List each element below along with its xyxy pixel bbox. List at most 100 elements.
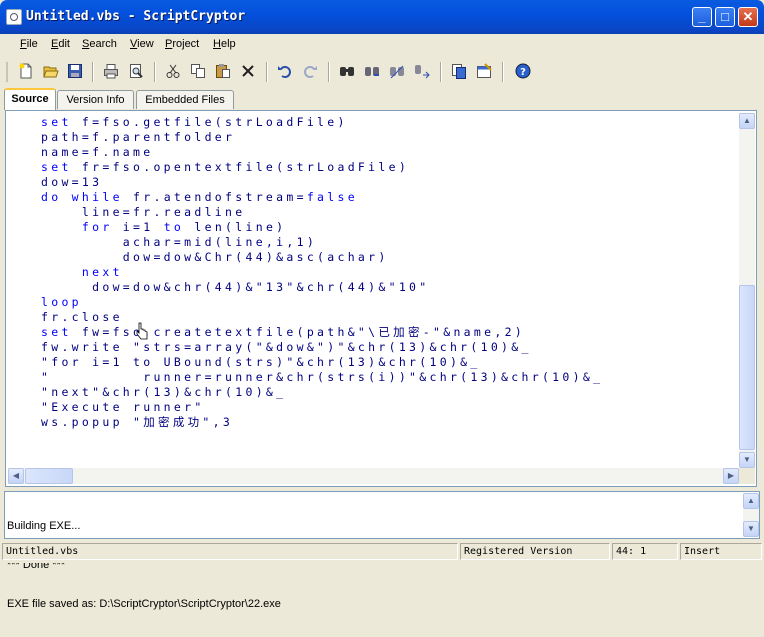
- help-icon[interactable]: ?: [514, 62, 532, 80]
- code-line[interactable]: loop: [41, 295, 603, 310]
- window-title: Untitled.vbs - ScriptCryptor: [26, 9, 246, 24]
- code-line[interactable]: fr.close: [41, 310, 603, 325]
- title-bar[interactable]: Untitled.vbs - ScriptCryptor _ □ ✕: [0, 0, 764, 34]
- menu-edit[interactable]: Edit: [51, 38, 70, 50]
- output-log[interactable]: Building EXE... *** Done *** EXE file sa…: [4, 491, 760, 610]
- maximize-button[interactable]: □: [715, 7, 735, 27]
- toolbar-separator: [440, 62, 442, 82]
- code-line[interactable]: achar=mid(line,i,1): [41, 235, 603, 250]
- code-line[interactable]: "Execute runner": [41, 400, 603, 415]
- delete-icon[interactable]: [239, 62, 257, 80]
- code-text[interactable]: set f=fso.getfile(strLoadFile) path=f.par…: [41, 115, 603, 430]
- code-line[interactable]: set fr=fso.opentextfile(strLoadFile): [41, 160, 603, 175]
- new-file-icon[interactable]: [17, 62, 35, 80]
- code-token: " runner=runner&chr(strs(i))"&chr(13)&ch…: [41, 370, 604, 384]
- print-icon[interactable]: [102, 62, 120, 80]
- code-line[interactable]: "for i=1 to UBound(strs)"&chr(13)&chr(10…: [41, 355, 603, 370]
- mouse-pointer-icon: [136, 322, 148, 340]
- status-mode: Insert: [680, 543, 762, 560]
- code-line[interactable]: fw.write "strs=array("&dow&")"&chr(13)&c…: [41, 340, 603, 355]
- tab-source[interactable]: Source: [4, 88, 56, 110]
- output-scroll-track[interactable]: [743, 509, 759, 521]
- status-position: 44: 1: [612, 543, 678, 560]
- copy-icon[interactable]: [189, 62, 207, 80]
- code-line[interactable]: name=f.name: [41, 145, 603, 160]
- output-lines: Building EXE... *** Done *** EXE file sa…: [7, 494, 281, 637]
- close-button[interactable]: ✕: [738, 7, 758, 27]
- code-keyword: set: [41, 325, 72, 339]
- toolbar-grip[interactable]: [6, 62, 8, 82]
- code-line[interactable]: " runner=runner&chr(strs(i))"&chr(13)&ch…: [41, 370, 603, 385]
- code-token: fr.close: [41, 310, 123, 324]
- undo-icon[interactable]: [276, 62, 294, 80]
- code-token: achar=mid(line,i,1): [41, 235, 318, 249]
- code-token: i=1: [112, 220, 164, 234]
- paste-icon[interactable]: [214, 62, 232, 80]
- menu-search[interactable]: Search: [82, 38, 117, 50]
- code-line[interactable]: dow=dow&Chr(44)&asc(achar): [41, 250, 603, 265]
- code-line[interactable]: dow=13: [41, 175, 603, 190]
- svg-text:?: ?: [520, 67, 526, 78]
- code-line[interactable]: line=fr.readline: [41, 205, 603, 220]
- code-token: fr=fso.opentextfile(strLoadFile): [71, 160, 410, 174]
- code-editor[interactable]: set f=fso.getfile(strLoadFile) path=f.par…: [5, 110, 757, 487]
- output-scroll-up-button[interactable]: ▲: [743, 493, 759, 509]
- code-keyword: for: [81, 220, 113, 234]
- save-icon[interactable]: [66, 62, 84, 80]
- scroll-down-button[interactable]: ▼: [739, 452, 755, 468]
- replace-icon[interactable]: [388, 62, 406, 80]
- menu-file[interactable]: File: [20, 38, 38, 50]
- code-line[interactable]: ws.popup "加密成功",3: [41, 415, 603, 430]
- cut-icon[interactable]: [164, 62, 182, 80]
- code-token: "next"&chr(13)&chr(10)&_: [41, 385, 287, 399]
- code-line[interactable]: set fw=fso.createtextfile(path&"\已加密-"&n…: [41, 325, 603, 340]
- options-icon[interactable]: [475, 62, 493, 80]
- menu-help[interactable]: Help: [213, 38, 236, 50]
- find-icon[interactable]: [338, 62, 356, 80]
- toolbar-separator: [502, 62, 504, 82]
- redo-icon[interactable]: [301, 62, 319, 80]
- scroll-right-button[interactable]: ▶: [723, 468, 739, 484]
- horizontal-scroll-thumb[interactable]: [25, 468, 73, 484]
- scroll-left-button[interactable]: ◀: [8, 468, 24, 484]
- code-token: f=fso.getfile(strLoadFile): [71, 115, 348, 129]
- code-line[interactable]: set f=fso.getfile(strLoadFile): [41, 115, 603, 130]
- print-preview-icon[interactable]: [127, 62, 145, 80]
- build-exe-icon[interactable]: [450, 62, 468, 80]
- code-line[interactable]: do while fr.atendofstream=false: [41, 190, 603, 205]
- toolbar-separator: [154, 62, 156, 82]
- tab-version-info[interactable]: Version Info: [57, 90, 134, 109]
- code-token: dow=dow&Chr(44)&asc(achar): [41, 250, 389, 264]
- status-bar: Untitled.vbs Registered Version 44: 1 In…: [0, 541, 764, 563]
- open-folder-icon[interactable]: [42, 62, 60, 80]
- menu-project[interactable]: Project: [165, 38, 199, 50]
- code-line[interactable]: for i=1 to len(line): [41, 220, 603, 235]
- code-keyword: to: [163, 220, 185, 234]
- code-keyword: set: [41, 160, 72, 174]
- goto-icon[interactable]: [413, 62, 431, 80]
- menu-bar: File Edit Search View Project Help: [0, 34, 764, 56]
- code-keyword: false: [306, 190, 358, 204]
- code-token: fw.write "strs=array("&dow&")"&chr(13)&c…: [41, 340, 532, 354]
- scroll-up-button[interactable]: ▲: [739, 113, 755, 129]
- tab-embedded-files[interactable]: Embedded Files: [136, 90, 234, 109]
- code-line[interactable]: dow=dow&chr(44)&"13"&chr(44)&"10": [41, 280, 603, 295]
- code-token: "for i=1 to UBound(strs)"&chr(13)&chr(10…: [41, 355, 481, 369]
- output-scroll-down-button[interactable]: ▼: [743, 521, 759, 537]
- horizontal-scrollbar[interactable]: ◀ ▶: [8, 468, 739, 484]
- app-icon[interactable]: [6, 9, 22, 25]
- find-next-icon[interactable]: [363, 62, 381, 80]
- vertical-scroll-thumb[interactable]: [739, 285, 755, 450]
- code-line[interactable]: path=f.parentfolder: [41, 130, 603, 145]
- code-line[interactable]: "next"&chr(13)&chr(10)&_: [41, 385, 603, 400]
- minimize-button[interactable]: _: [692, 7, 712, 27]
- status-registration: Registered Version: [460, 543, 610, 560]
- code-line[interactable]: next: [41, 265, 603, 280]
- code-token: path=f.parentfolder: [41, 130, 236, 144]
- vertical-scrollbar[interactable]: ▲ ▼: [739, 113, 755, 468]
- code-token: dow=dow&chr(44)&"13"&chr(44)&"10": [41, 280, 430, 294]
- code-token: name=f.name: [41, 145, 154, 159]
- toolbar-separator: [266, 62, 268, 82]
- menu-view[interactable]: View: [130, 38, 154, 50]
